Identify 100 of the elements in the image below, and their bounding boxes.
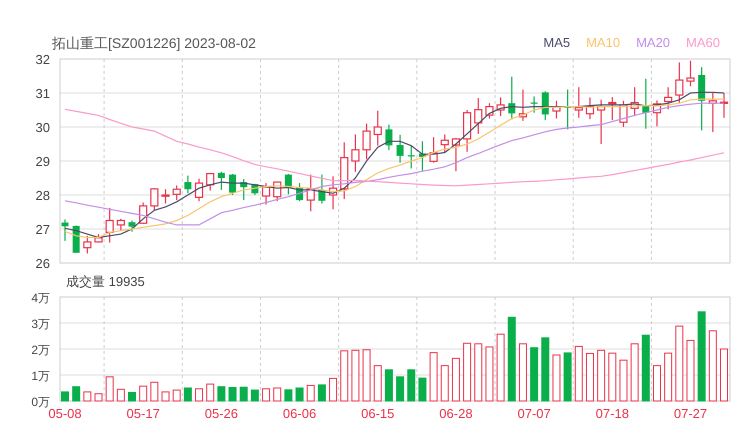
candlestick <box>652 100 662 126</box>
candlestick <box>452 138 460 172</box>
candlestick <box>564 90 572 130</box>
candlestick <box>296 183 304 202</box>
candlestick <box>94 234 103 243</box>
candlestick <box>128 220 136 232</box>
candlestick <box>374 110 382 146</box>
volume-bar <box>83 391 92 402</box>
candlestick <box>708 93 717 132</box>
candlestick <box>351 134 360 172</box>
volume-bar <box>262 388 270 402</box>
candlestick <box>172 185 181 200</box>
volume-bar <box>284 389 292 402</box>
candlestick <box>642 78 650 129</box>
candlestick <box>675 62 684 104</box>
legend-label: MA20 <box>636 34 670 52</box>
axis-label: 05-08 <box>48 406 82 421</box>
volume-bar <box>664 352 672 402</box>
volume-bar <box>440 365 449 402</box>
candlestick <box>83 236 92 254</box>
volume-bar <box>351 350 360 402</box>
candlestick <box>184 176 192 194</box>
candlestick <box>150 188 158 210</box>
candlestick <box>418 141 426 172</box>
volume-bar <box>530 347 538 402</box>
volume-bar <box>362 349 371 402</box>
candlestick <box>396 134 404 163</box>
volume-bar <box>418 378 426 402</box>
candlestick <box>273 181 282 202</box>
candlestick <box>362 124 371 160</box>
volume-bar <box>306 384 315 402</box>
axis-label: 28 <box>36 188 50 203</box>
volume-bar <box>184 388 192 402</box>
volume-bar <box>172 390 181 402</box>
volume-bar <box>228 386 237 402</box>
candlestick <box>408 146 415 168</box>
axis-label: 07-18 <box>596 406 629 421</box>
candlestick <box>552 100 561 118</box>
volume-bar <box>217 386 226 402</box>
axis-label: 0万 <box>31 395 50 409</box>
axis-label: 32 <box>36 52 50 67</box>
volume-bar <box>407 369 416 402</box>
axis-label: 05-26 <box>204 406 238 421</box>
axis-label: 26 <box>36 256 50 271</box>
candlestick <box>720 93 728 118</box>
volume-bar <box>608 352 616 402</box>
volume-bar <box>206 384 214 402</box>
candlestick <box>106 208 114 243</box>
candlestick <box>542 91 549 120</box>
candlestick <box>262 183 270 205</box>
candlestick <box>463 110 472 152</box>
volume-bar <box>430 352 438 402</box>
volume-bar <box>195 388 204 402</box>
volume-bar <box>396 376 404 402</box>
volume-bar <box>340 350 348 402</box>
candlestick <box>206 172 214 191</box>
volume-bar <box>273 388 282 402</box>
candlestick <box>518 90 528 121</box>
volume-bar <box>541 337 550 402</box>
candlestick <box>586 97 594 120</box>
volume-bar <box>642 334 650 402</box>
axis-label: 27 <box>36 222 50 237</box>
candlestick <box>72 226 80 253</box>
volume-bar <box>116 388 125 402</box>
candlestick <box>251 184 258 195</box>
candlestick <box>608 97 616 120</box>
volume-bar <box>384 369 393 402</box>
volume-bar <box>518 343 527 402</box>
axis-label: 06-06 <box>282 406 316 421</box>
volume-bar <box>128 392 136 402</box>
axis-label: 07-27 <box>674 406 708 421</box>
candlestick <box>229 174 236 195</box>
candlestick <box>530 96 538 113</box>
candlestick <box>686 60 695 86</box>
volume-bar <box>574 346 583 402</box>
candlestick <box>440 134 449 152</box>
candlestick <box>597 100 606 144</box>
volume-bar <box>463 342 472 402</box>
volume-bar <box>374 365 382 402</box>
volume-bar <box>485 346 494 402</box>
candlestick <box>474 98 482 134</box>
legend-label: MA60 <box>686 34 720 52</box>
candlestick <box>664 87 672 110</box>
volume-bar <box>496 334 505 402</box>
candlestick <box>161 189 170 204</box>
volume-title: 成交量 19935 <box>66 273 145 291</box>
axis-label: 1万 <box>31 369 50 383</box>
axis-label: 3万 <box>31 317 50 331</box>
axis-label: 05-17 <box>126 406 160 421</box>
volume-bar <box>686 340 694 402</box>
axis-label: 07-07 <box>518 406 551 421</box>
candlestick <box>485 103 494 118</box>
candlestick <box>385 124 392 150</box>
candlestick <box>630 87 639 116</box>
volume-bar <box>250 390 259 402</box>
candlestick <box>574 87 583 118</box>
axis-label: 06-15 <box>361 406 394 421</box>
legend-label: MA10 <box>586 34 620 52</box>
volume-bar <box>150 382 158 402</box>
volume-bar <box>162 391 170 402</box>
